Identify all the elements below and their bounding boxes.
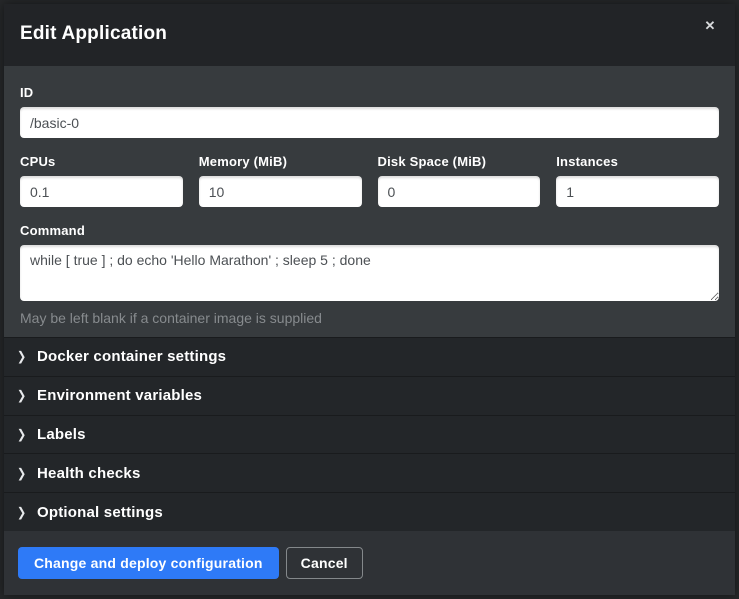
- page-background: Edit Application ✕ ID CPUs Memory (MiB): [0, 0, 739, 599]
- modal-body: ID CPUs Memory (MiB) Disk Space (MiB) In: [4, 66, 735, 337]
- cpus-label: CPUs: [20, 155, 183, 169]
- command-field-group: Command while [ true ] ; do echo 'Hello …: [20, 224, 719, 326]
- section-labels[interactable]: ❯ Labels: [4, 416, 735, 455]
- section-optional-settings[interactable]: ❯ Optional settings: [4, 493, 735, 531]
- chevron-right-icon: ❯: [17, 466, 29, 481]
- section-health-checks[interactable]: ❯ Health checks: [4, 454, 735, 493]
- close-icon: ✕: [705, 18, 716, 33]
- resource-row: CPUs Memory (MiB) Disk Space (MiB) Insta…: [20, 155, 719, 207]
- close-button[interactable]: ✕: [700, 16, 720, 36]
- instances-input[interactable]: [556, 176, 719, 207]
- command-help-text: May be left blank if a container image i…: [20, 310, 719, 326]
- memory-input[interactable]: [199, 176, 362, 207]
- chevron-right-icon: ❯: [17, 427, 29, 442]
- section-label: Health checks: [37, 465, 140, 482]
- id-input[interactable]: [20, 107, 719, 138]
- section-label: Labels: [37, 426, 86, 443]
- section-docker-container-settings[interactable]: ❯ Docker container settings: [4, 338, 735, 377]
- memory-label: Memory (MiB): [199, 155, 362, 169]
- chevron-right-icon: ❯: [17, 505, 29, 520]
- disk-label: Disk Space (MiB): [378, 155, 541, 169]
- cancel-button[interactable]: Cancel: [286, 547, 363, 579]
- accordion: ❯ Docker container settings ❯ Environmen…: [4, 337, 735, 531]
- section-environment-variables[interactable]: ❯ Environment variables: [4, 377, 735, 416]
- section-label: Docker container settings: [37, 348, 226, 365]
- chevron-right-icon: ❯: [17, 349, 29, 364]
- instances-field-group: Instances: [556, 155, 719, 207]
- disk-input[interactable]: [378, 176, 541, 207]
- section-label: Environment variables: [37, 387, 202, 404]
- instances-label: Instances: [556, 155, 719, 169]
- edit-application-modal: Edit Application ✕ ID CPUs Memory (MiB): [4, 4, 735, 595]
- modal-title: Edit Application: [20, 21, 719, 47]
- id-field-group: ID: [20, 86, 719, 138]
- command-textarea[interactable]: while [ true ] ; do echo 'Hello Marathon…: [20, 245, 719, 301]
- disk-field-group: Disk Space (MiB): [378, 155, 541, 207]
- section-label: Optional settings: [37, 504, 163, 521]
- cpus-input[interactable]: [20, 176, 183, 207]
- change-and-deploy-button[interactable]: Change and deploy configuration: [18, 547, 279, 579]
- modal-header: Edit Application ✕: [4, 4, 735, 66]
- memory-field-group: Memory (MiB): [199, 155, 362, 207]
- cpus-field-group: CPUs: [20, 155, 183, 207]
- chevron-right-icon: ❯: [17, 388, 29, 403]
- command-label: Command: [20, 224, 719, 238]
- id-label: ID: [20, 86, 719, 100]
- modal-footer: Change and deploy configuration Cancel: [4, 531, 735, 595]
